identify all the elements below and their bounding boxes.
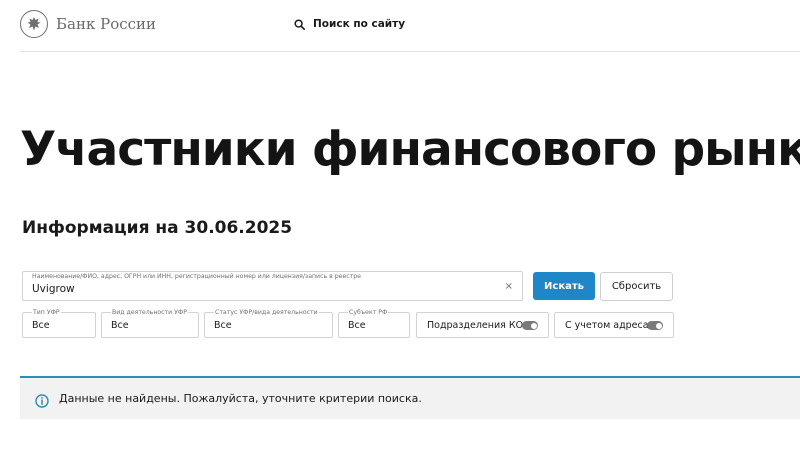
header-divider (20, 51, 800, 52)
info-date: Информация на 30.06.2025 (22, 218, 293, 238)
filter-value: Все (111, 320, 129, 331)
filter-label: Тип УФР (32, 309, 61, 316)
toggle-switch[interactable] (647, 321, 663, 330)
search-icon (294, 18, 305, 30)
bank-logo[interactable]: Банк России (20, 10, 156, 38)
filter-label: Субъект РФ (348, 309, 389, 316)
filter-value: Все (214, 320, 232, 331)
toggle-ko-divisions[interactable]: Подразделения КО (416, 312, 549, 338)
filter-label: Вид деятельности УФР (111, 309, 188, 316)
alert-text: Данные не найдены. Пожалуйста, уточните … (59, 392, 422, 405)
clear-icon[interactable]: × (505, 281, 513, 292)
filter-region[interactable]: Субъект РФ Все (338, 309, 410, 338)
logo-text: Банк России (56, 15, 157, 33)
toggle-with-address[interactable]: С учетом адреса (554, 312, 674, 338)
info-icon (35, 394, 49, 408)
site-header: Банк России Поиск по сайту (0, 0, 800, 52)
search-input-value: Uvigrow (32, 283, 75, 295)
site-search-button[interactable]: Поиск по сайту (294, 18, 405, 30)
filter-label: Статус УФР/вида деятельности (214, 309, 319, 316)
filter-type-ufr[interactable]: Тип УФР Все (22, 309, 96, 338)
reset-button[interactable]: Сбросить (600, 272, 673, 301)
toggle-label: Подразделения КО (427, 320, 524, 331)
search-input[interactable]: Наименование/ФИО, адрес, ОГРН или ИНН, р… (22, 271, 523, 301)
filter-activity-type[interactable]: Вид деятельности УФР Все (101, 309, 199, 338)
search-button[interactable]: Искать (533, 272, 595, 300)
filter-value: Все (348, 320, 366, 331)
page-title: Участники финансового рынка (20, 122, 800, 177)
eagle-emblem-icon (20, 10, 48, 38)
site-search-label: Поиск по сайту (313, 18, 406, 30)
no-results-alert: Данные не найдены. Пожалуйста, уточните … (20, 376, 800, 419)
search-input-label: Наименование/ФИО, адрес, ОГРН или ИНН, р… (32, 273, 361, 280)
filter-value: Все (32, 320, 50, 331)
filter-status[interactable]: Статус УФР/вида деятельности Все (204, 309, 333, 338)
toggle-switch[interactable] (522, 321, 538, 330)
toggle-label: С учетом адреса (565, 320, 649, 331)
